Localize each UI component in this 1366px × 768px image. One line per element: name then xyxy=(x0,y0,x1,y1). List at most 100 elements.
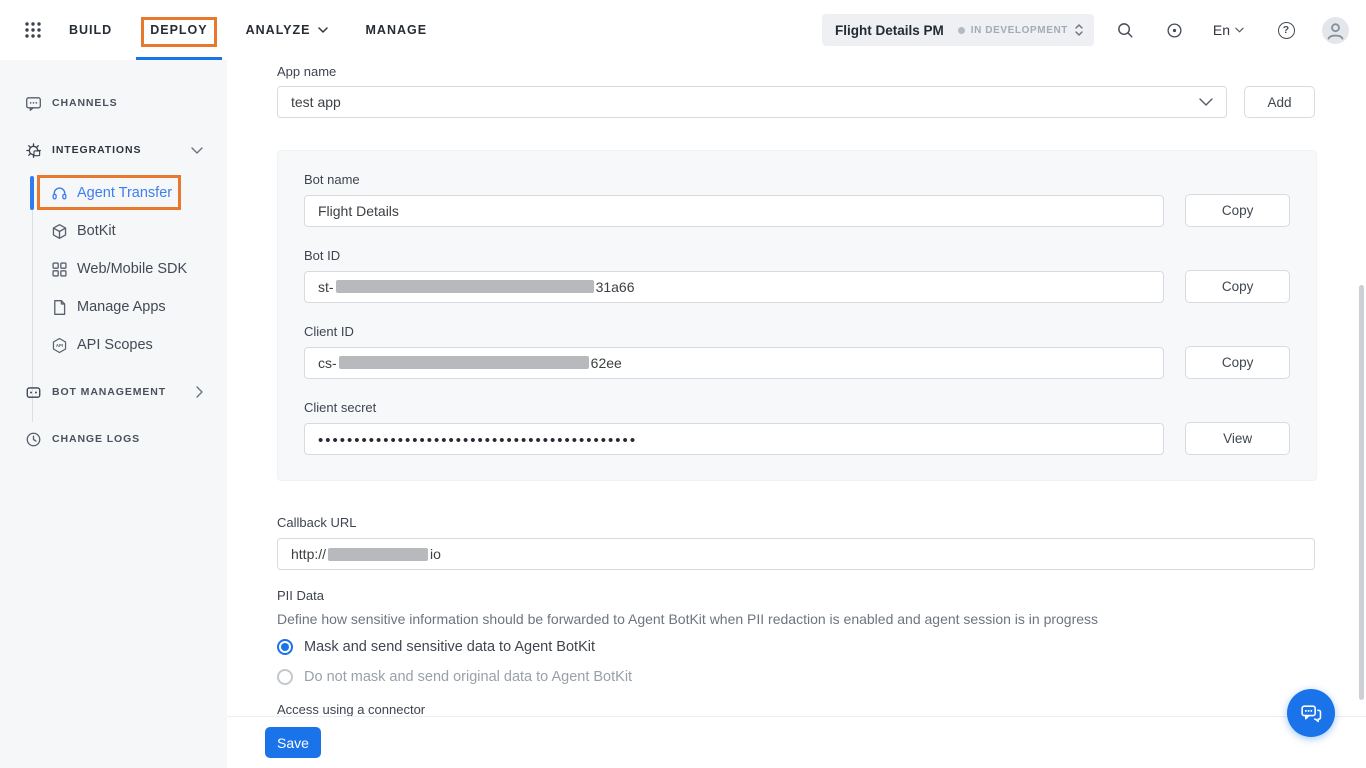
client-secret-masked-value: ••••••••••••••••••••••••••••••••••••••••… xyxy=(318,429,637,448)
sidebar-item-botkit[interactable]: BotKit xyxy=(0,212,227,250)
bot-id-prefix: st- xyxy=(318,279,334,295)
pii-data-label: PII Data xyxy=(277,588,324,603)
chat-help-fab[interactable] xyxy=(1287,689,1335,737)
channels-label: CHANNELS xyxy=(52,97,118,109)
radio-unselected-icon[interactable] xyxy=(277,669,293,685)
help-icon[interactable]: ? xyxy=(1276,20,1296,40)
nav-build[interactable]: BUILD xyxy=(69,0,112,60)
bot-name-input[interactable]: Flight Details xyxy=(304,195,1164,227)
app-name-value: test app xyxy=(291,94,341,110)
scrollbar-thumb[interactable] xyxy=(1359,285,1364,700)
radio-selected-icon[interactable] xyxy=(277,639,293,655)
language-selector[interactable]: En xyxy=(1213,22,1244,38)
search-icon[interactable] xyxy=(1116,20,1136,40)
save-button[interactable]: Save xyxy=(265,727,321,758)
squares-grid-icon xyxy=(50,260,68,278)
help-glyph: ? xyxy=(1283,24,1289,36)
headset-icon xyxy=(50,184,68,202)
chevron-right-icon xyxy=(196,386,203,398)
chevron-down-icon xyxy=(1235,27,1244,33)
main-nav: BUILD DEPLOY ANALYZE MANAGE xyxy=(69,0,427,60)
integrations-sub-list: Agent Transfer BotKit Web xyxy=(0,174,227,364)
callback-url-label: Callback URL xyxy=(277,515,356,530)
app-name-label: App name xyxy=(277,64,336,79)
copy-client-id-button[interactable]: Copy xyxy=(1185,346,1290,379)
sidebar-item-agent-transfer[interactable]: Agent Transfer xyxy=(0,174,227,212)
bot-name-label: Flight Details PM xyxy=(835,23,944,38)
status-dot xyxy=(958,27,965,34)
view-client-secret-button[interactable]: View xyxy=(1185,422,1290,455)
nav-manage-label: MANAGE xyxy=(366,23,428,37)
robot-icon xyxy=(24,383,42,401)
integrations-icon xyxy=(24,141,42,159)
radio-mask-label: Mask and send sensitive data to Agent Bo… xyxy=(304,639,595,655)
web-mobile-sdk-label: Web/Mobile SDK xyxy=(77,261,187,277)
chevron-down-icon xyxy=(1199,98,1213,106)
client-id-suffix: 62ee xyxy=(591,355,622,371)
nav-manage[interactable]: MANAGE xyxy=(366,0,428,60)
chevron-down-icon xyxy=(191,147,203,154)
sort-chevrons-icon xyxy=(1074,23,1084,37)
sidebar-item-integrations[interactable]: INTEGRATIONS xyxy=(0,138,227,162)
sidebar-item-web-mobile-sdk[interactable]: Web/Mobile SDK xyxy=(0,250,227,288)
copy-bot-id-button[interactable]: Copy xyxy=(1185,270,1290,303)
client-id-row: Client ID cs- 62ee Copy xyxy=(304,324,1290,379)
change-logs-label: CHANGE LOGS xyxy=(52,433,140,445)
radio-option-no-mask-data[interactable]: Do not mask and send original data to Ag… xyxy=(277,669,632,685)
bot-id-row: Bot ID st- 31a66 Copy xyxy=(304,248,1290,303)
add-app-button[interactable]: Add xyxy=(1244,86,1315,118)
sidebar-item-api-scopes[interactable]: API API Scopes xyxy=(0,326,227,364)
bot-switcher[interactable]: Flight Details PM IN DEVELOPMENT xyxy=(822,14,1094,46)
language-label: En xyxy=(1213,22,1230,38)
api-badge-icon: API xyxy=(50,336,68,354)
sidebar: CHANNELS INTEGRATIONS xyxy=(0,60,227,768)
cube-icon xyxy=(50,222,68,240)
bot-management-label: BOT MANAGEMENT xyxy=(52,386,166,398)
nav-deploy-label: DEPLOY xyxy=(150,23,207,37)
credentials-card: Bot name Flight Details Copy Bot ID st- … xyxy=(277,150,1317,481)
copy-bot-name-button[interactable]: Copy xyxy=(1185,194,1290,227)
sidebar-item-change-logs[interactable]: CHANGE LOGS xyxy=(0,427,227,451)
callback-url-suffix: io xyxy=(430,546,441,562)
radio-option-mask-data[interactable]: Mask and send sensitive data to Agent Bo… xyxy=(277,639,595,655)
bot-name-value: Flight Details xyxy=(318,203,399,219)
nav-analyze[interactable]: ANALYZE xyxy=(246,0,328,60)
clock-history-icon xyxy=(24,430,42,448)
sidebar-item-manage-apps[interactable]: Manage Apps xyxy=(0,288,227,326)
redaction-bar xyxy=(336,280,594,293)
top-navigation-bar: BUILD DEPLOY ANALYZE MANAGE Flight Detai… xyxy=(0,0,1366,60)
client-secret-row: Client secret ••••••••••••••••••••••••••… xyxy=(304,400,1290,455)
client-secret-input[interactable]: ••••••••••••••••••••••••••••••••••••••••… xyxy=(304,423,1164,455)
callback-url-input[interactable]: http:// io xyxy=(277,538,1315,570)
main-content: App name test app Add Bot name Flight De… xyxy=(227,60,1366,768)
active-tab-indicator xyxy=(136,57,221,60)
api-badge-text: API xyxy=(55,343,62,348)
bot-id-label: Bot ID xyxy=(304,248,1290,263)
sidebar-item-channels[interactable]: CHANNELS xyxy=(0,91,227,115)
sidebar-item-bot-management[interactable]: BOT MANAGEMENT xyxy=(0,380,227,404)
manage-apps-label: Manage Apps xyxy=(77,299,166,315)
api-scopes-label: API Scopes xyxy=(77,337,153,353)
apps-grid-icon[interactable] xyxy=(24,21,42,39)
app-name-select[interactable]: test app xyxy=(277,86,1227,118)
chat-bubbles-icon xyxy=(1299,701,1324,726)
circle-dot-icon[interactable] xyxy=(1165,20,1185,40)
nav-deploy[interactable]: DEPLOY xyxy=(150,0,207,60)
header-icons: En ? xyxy=(1116,0,1366,60)
client-id-input[interactable]: cs- 62ee xyxy=(304,347,1164,379)
nav-analyze-label: ANALYZE xyxy=(246,23,311,37)
status-badge: IN DEVELOPMENT xyxy=(971,25,1068,36)
radio-no-mask-label: Do not mask and send original data to Ag… xyxy=(304,669,632,685)
connector-section-label: Access using a connector xyxy=(277,702,425,717)
client-id-prefix: cs- xyxy=(318,355,337,371)
active-item-bar xyxy=(30,176,34,210)
redaction-bar xyxy=(339,356,589,369)
bot-name-label: Bot name xyxy=(304,172,1290,187)
avatar[interactable] xyxy=(1322,17,1349,44)
nav-build-label: BUILD xyxy=(69,23,112,37)
bot-id-input[interactable]: st- 31a66 xyxy=(304,271,1164,303)
channels-icon xyxy=(24,94,42,112)
client-id-label: Client ID xyxy=(304,324,1290,339)
botkit-label: BotKit xyxy=(77,223,116,239)
bot-name-row: Bot name Flight Details Copy xyxy=(304,172,1290,227)
